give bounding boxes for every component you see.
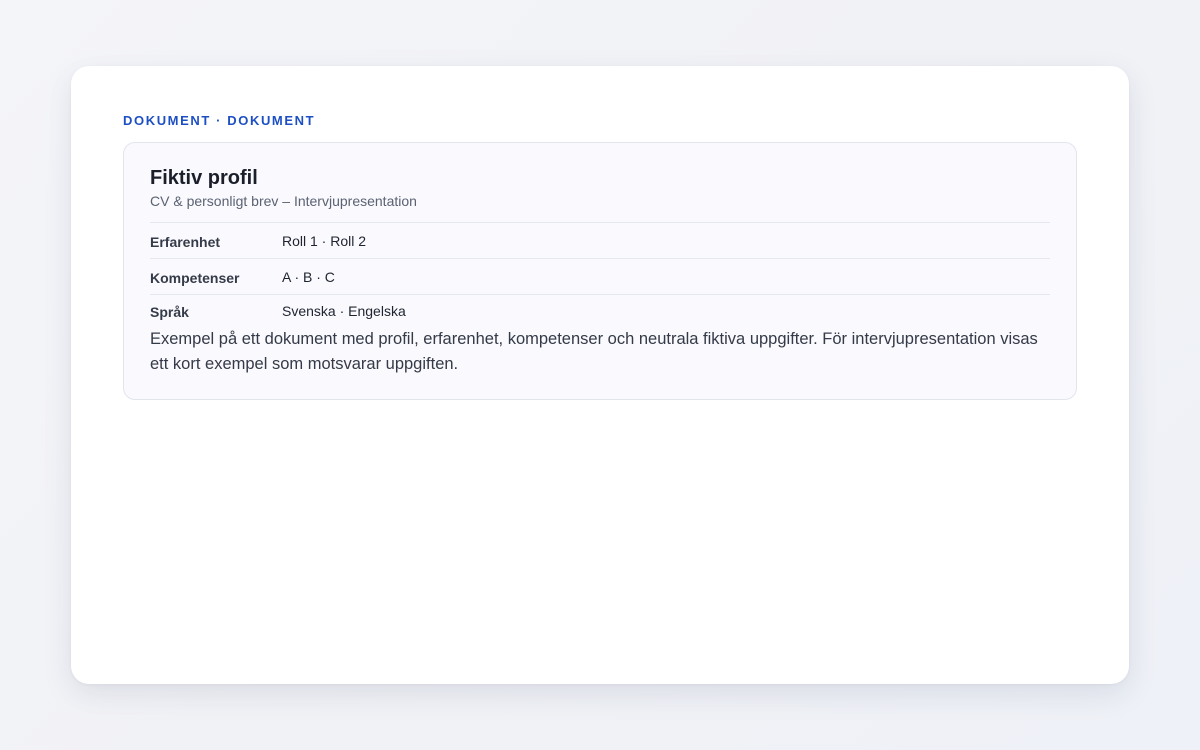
document-panel: Fiktiv profil CV & personligt brev – Int… — [123, 142, 1077, 400]
detail-row-experience: Erfarenhet Roll 1 · Roll 2 — [150, 222, 1050, 258]
detail-row-languages: Språk Svenska · Engelska — [150, 294, 1050, 326]
content-card: DOKUMENT · DOKUMENT Fiktiv profil CV & p… — [71, 66, 1129, 684]
document-body-text: Exempel på ett dokument med profil, erfa… — [150, 330, 1038, 373]
section-eyebrow: DOKUMENT · DOKUMENT — [123, 113, 316, 128]
document-title: Fiktiv profil — [150, 167, 258, 189]
detail-label: Erfarenhet — [150, 233, 221, 250]
detail-value: A · B · C — [282, 268, 335, 285]
detail-value: Roll 1 · Roll 2 — [282, 232, 367, 249]
detail-row-skills: Kompetenser A · B · C — [150, 258, 1050, 294]
detail-label: Språk — [150, 303, 189, 320]
detail-value: Svenska · Engelska — [282, 302, 406, 319]
detail-label: Kompetenser — [150, 269, 240, 286]
document-subtitle: CV & personligt brev – Intervjupresentat… — [150, 193, 417, 209]
